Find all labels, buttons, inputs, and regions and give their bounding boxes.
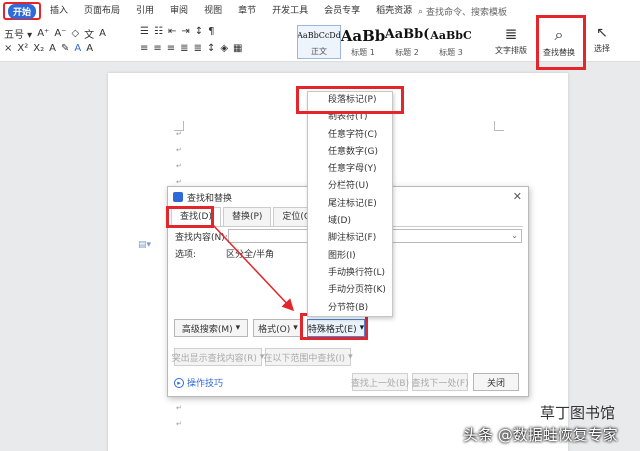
watermark-site: 草丁图书馆 (540, 404, 616, 422)
watermark-author: 头条 @数据蛙恢复专家 (463, 426, 618, 444)
annotation-arrow (211, 223, 295, 312)
